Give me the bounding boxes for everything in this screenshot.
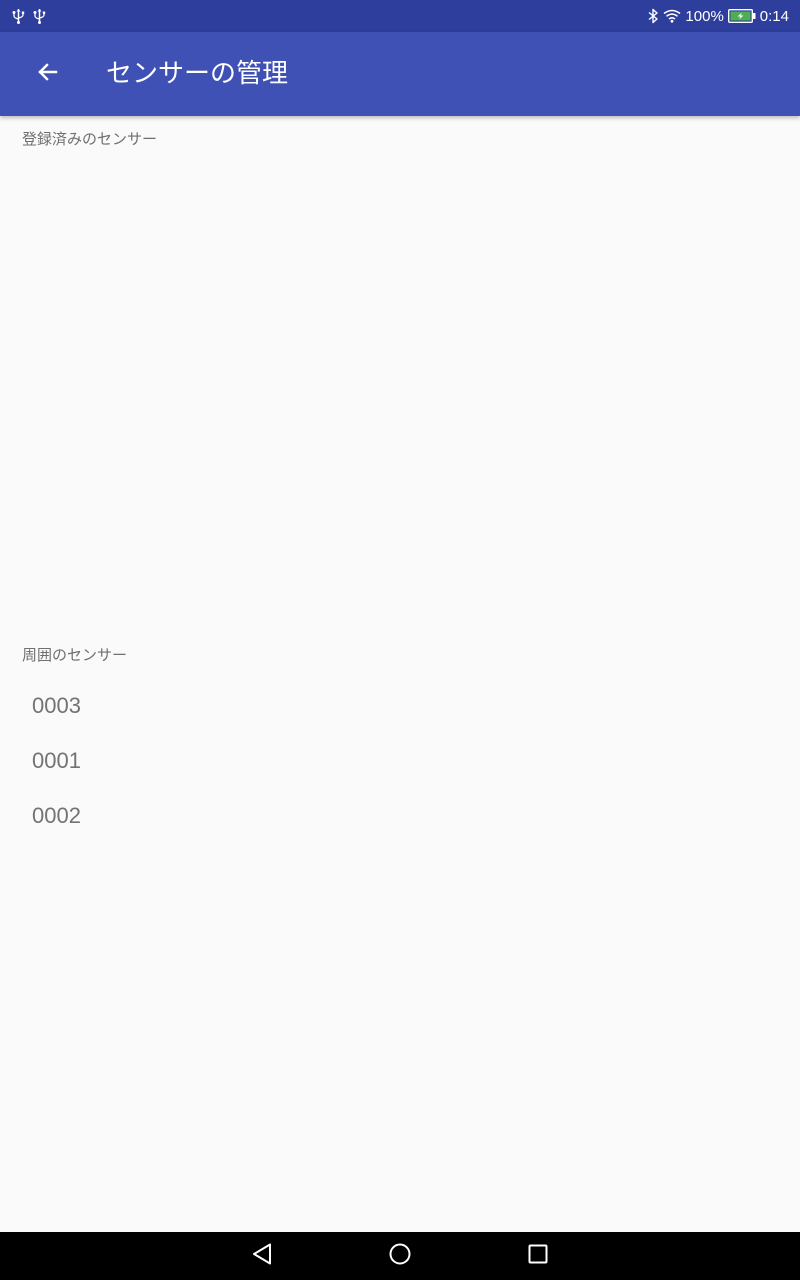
home-circle-icon	[388, 1242, 412, 1270]
battery-charging-icon	[727, 9, 756, 23]
clock: 0:14	[759, 7, 789, 25]
nav-back-button[interactable]	[232, 1232, 292, 1280]
wifi-icon	[663, 9, 681, 23]
nearby-sensors-header: 周囲のセンサー	[22, 646, 128, 664]
status-right-icons: 100% 0:14	[647, 0, 789, 32]
usb-icon	[33, 8, 46, 24]
nearby-sensors-list: 0003 0001 0002	[0, 678, 800, 843]
battery-percent: 100%	[685, 7, 724, 25]
status-left-icons	[12, 0, 46, 32]
registered-sensors-header: 登録済みのセンサー	[22, 130, 158, 148]
arrow-back-icon	[36, 60, 60, 88]
page-title: センサーの管理	[106, 59, 289, 89]
sensor-list-item[interactable]: 0002	[0, 788, 800, 843]
bluetooth-icon	[647, 8, 659, 24]
registered-sensors-list	[0, 160, 800, 630]
back-button[interactable]	[20, 46, 76, 102]
sensor-list-item[interactable]: 0003	[0, 678, 800, 733]
nav-home-button[interactable]	[370, 1232, 430, 1280]
back-triangle-icon	[251, 1242, 273, 1270]
sensor-list-item[interactable]: 0001	[0, 733, 800, 788]
nav-recents-button[interactable]	[508, 1232, 568, 1280]
status-bar: 100% 0:14	[0, 0, 800, 32]
navigation-bar	[0, 1232, 800, 1280]
recents-square-icon	[527, 1243, 549, 1269]
app-bar: センサーの管理	[0, 32, 800, 116]
usb-icon	[12, 8, 25, 24]
